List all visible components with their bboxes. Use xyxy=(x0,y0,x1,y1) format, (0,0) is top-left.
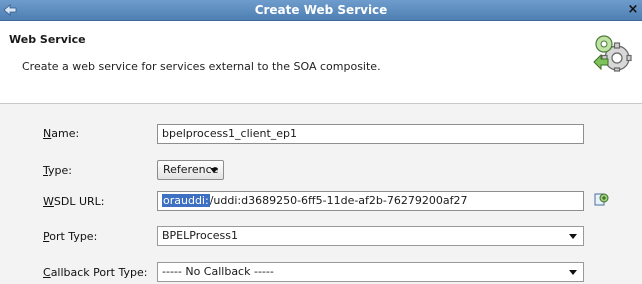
name-field[interactable]: bpelprocess1_client_ep1 xyxy=(157,124,584,144)
wsdl-url-rest-text: /uddi:d3689250-6ff5-11de-af2b-76279200af… xyxy=(209,194,468,207)
chevron-down-icon xyxy=(569,234,577,239)
header-description: Create a web service for services extern… xyxy=(22,60,381,73)
title-bar: Create Web Service × xyxy=(0,0,642,21)
type-dropdown[interactable]: Reference xyxy=(157,160,224,180)
browse-uddi-icon[interactable] xyxy=(594,191,610,207)
chevron-down-icon xyxy=(210,168,218,173)
header-title: Web Service xyxy=(9,33,86,46)
callback-port-type-value: ----- No Callback ----- xyxy=(162,265,274,278)
wsdl-url-label: WSDL URL: xyxy=(43,195,105,208)
window-title: Create Web Service xyxy=(254,3,388,17)
port-type-select[interactable]: BPELProcess1 xyxy=(157,226,584,246)
wsdl-url-field[interactable]: orauddi:/uddi:d3689250-6ff5-11de-af2b-76… xyxy=(157,191,584,211)
port-type-value: BPELProcess1 xyxy=(162,229,238,242)
wsdl-url-selected-text: orauddi: xyxy=(162,194,210,207)
header-panel: Web Service Create a web service for ser… xyxy=(0,21,642,104)
chevron-down-icon xyxy=(569,270,577,275)
callback-port-type-label: Callback Port Type: xyxy=(43,266,148,279)
close-icon[interactable]: × xyxy=(626,1,640,18)
port-type-label: Port Type: xyxy=(43,230,98,243)
type-label: Type: xyxy=(43,164,72,177)
name-label: Name: xyxy=(43,127,80,140)
callback-port-type-select[interactable]: ----- No Callback ----- xyxy=(157,262,584,282)
web-service-gears-icon xyxy=(593,35,632,72)
